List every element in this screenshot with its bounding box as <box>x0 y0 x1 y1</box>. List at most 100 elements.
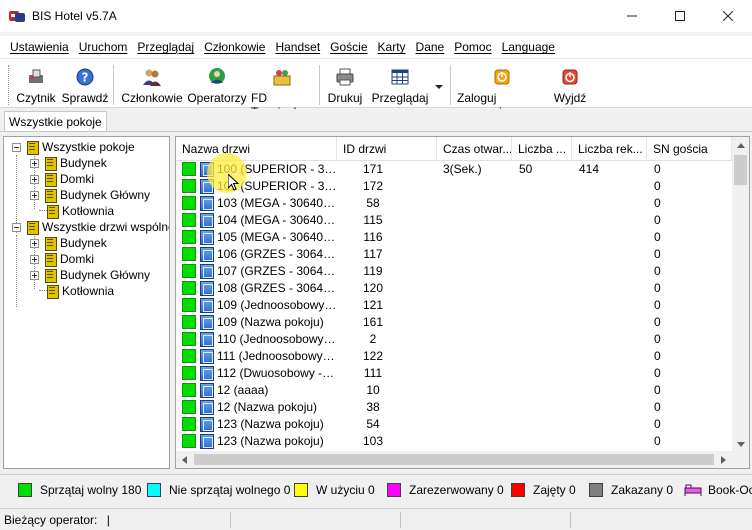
legend-label: Sprzątaj wolny 180 <box>40 483 142 497</box>
przegladaj-button[interactable]: Przeglądaj <box>372 63 428 105</box>
tree-connector <box>16 235 17 307</box>
menu-pomoc[interactable]: Pomoc <box>449 40 496 54</box>
table-row[interactable]: 104 (MEGA - 3064050) 115 0 <box>176 212 732 229</box>
menu-dane[interactable]: Dane <box>411 40 450 54</box>
vertical-scrollbar[interactable] <box>732 137 749 453</box>
maximize-icon <box>675 11 685 21</box>
tab-wszystkie-pokoje[interactable]: Wszystkie pokoje <box>4 111 107 131</box>
legend-zarezerwowany: Zarezerwowany 0 <box>387 483 504 497</box>
operatorzy-button[interactable]: Operatorzy <box>187 63 247 105</box>
czytnik-button[interactable]: Czytnik <box>14 63 58 105</box>
door-grid[interactable]: Nazwa drzwi ID drzwi Czas otwar... Liczb… <box>175 136 750 469</box>
expand-icon[interactable] <box>30 254 39 264</box>
expand-icon[interactable] <box>30 174 39 184</box>
collapse-icon[interactable] <box>12 142 21 152</box>
cell-liczba-rek <box>579 178 639 195</box>
column-header-liczba-rek[interactable]: Liczba rek... <box>572 137 647 161</box>
expand-icon[interactable] <box>30 270 39 280</box>
cell-nazwa-drzwi: 104 (MEGA - 3064050) <box>217 213 337 227</box>
tree-node-kotlownia[interactable]: Kotłownia <box>41 203 114 219</box>
status-indicator <box>182 264 196 278</box>
menu-uruchom[interactable]: Uruchom <box>74 40 133 54</box>
table-row[interactable]: 112 (Dwuosobowy - 2... 111 0 <box>176 365 732 382</box>
przegladaj-dropdown-arrow[interactable] <box>434 81 444 91</box>
legend-label: W użyciu 0 <box>316 483 375 497</box>
minimize-button[interactable] <box>608 0 656 32</box>
status-indicator <box>182 434 196 448</box>
cell-liczba <box>519 399 569 416</box>
column-header-czas-otwarcia[interactable]: Czas otwar... <box>437 137 512 161</box>
scroll-up-button[interactable] <box>732 137 749 154</box>
zaloguj-ponownie-button[interactable]: Zaloguj ponownie <box>457 63 547 119</box>
table-row[interactable]: 101 (SUPERIOR - 306... 172 0 <box>176 178 732 195</box>
table-row[interactable]: 110 (Jednoosobowy - ... 2 0 <box>176 331 732 348</box>
fd-terminal-button[interactable]: FD Terminal <box>251 63 313 119</box>
expand-icon[interactable] <box>30 158 39 168</box>
menu-przegladaj[interactable]: Przeglądaj <box>132 40 199 54</box>
building-icon <box>25 140 39 155</box>
column-header-id-drzwi[interactable]: ID drzwi <box>337 137 437 161</box>
drukuj-button[interactable]: Drukuj <box>326 63 364 105</box>
status-separator <box>570 512 571 528</box>
table-row[interactable]: 107 (GRZES - 3064050) 119 0 <box>176 263 732 280</box>
table-row[interactable]: 100 (SUPERIOR - 306... 171 3(Sek.) 50 414 0 <box>176 161 732 178</box>
tree-node-wszystkie-pokoje[interactable]: Wszystkie pokoje <box>12 139 135 155</box>
czlonkowie-button[interactable]: Członkowie <box>121 63 183 105</box>
tree-node-budynek[interactable]: Budynek <box>30 235 107 251</box>
building-icon <box>43 156 57 171</box>
table-row[interactable]: 103 (MEGA - 3064050) 58 0 <box>176 195 732 212</box>
tree-node-domki[interactable]: Domki <box>30 251 94 267</box>
tree-node-budynek-glowny[interactable]: Budynek Główny <box>30 267 150 283</box>
sprawdz-button[interactable]: ? Sprawdź <box>62 63 108 105</box>
table-row[interactable]: 12 (aaaa) 10 0 <box>176 382 732 399</box>
tree-node-budynek-glowny[interactable]: Budynek Główny <box>30 187 150 203</box>
cell-id-drzwi: 2 <box>369 332 377 346</box>
scroll-right-button[interactable] <box>715 451 732 468</box>
column-header-nazwa-drzwi[interactable]: Nazwa drzwi <box>176 137 337 161</box>
menu-goscie[interactable]: Goście <box>325 40 372 54</box>
expand-icon[interactable] <box>30 190 39 200</box>
table-row[interactable]: 12 (Nazwa pokoju) 38 0 <box>176 399 732 416</box>
relogin-icon <box>492 67 512 87</box>
table-row[interactable]: 109 (Jednoosobowy - ... 121 0 <box>176 297 732 314</box>
room-tree[interactable]: Wszystkie pokoje Budynek Domki Budynek G… <box>3 136 170 469</box>
cell-liczba-rek <box>579 348 639 365</box>
cell-sn-goscia: 0 <box>654 196 661 210</box>
menu-czlonkowie[interactable]: Członkowie <box>199 40 270 54</box>
column-header-sn-goscia[interactable]: SN gościa <box>647 137 732 161</box>
menu-handset[interactable]: Handset <box>270 40 325 54</box>
tree-node-domki[interactable]: Domki <box>30 171 94 187</box>
table-row[interactable]: 106 (GRZES - 3064050) 117 0 <box>176 246 732 263</box>
maximize-button[interactable] <box>656 0 704 32</box>
horizontal-scroll-thumb[interactable] <box>194 454 714 465</box>
tree-node-wszystkie-drzwi-wspolne[interactable]: Wszystkie drzwi wspólne <box>12 219 169 235</box>
table-row[interactable]: 123 (Nazwa pokoju) 103 0 <box>176 433 732 450</box>
tree-node-budynek[interactable]: Budynek <box>30 155 107 171</box>
close-button[interactable] <box>704 0 752 32</box>
collapse-icon[interactable] <box>12 222 21 232</box>
cell-id-drzwi: 171 <box>362 162 384 176</box>
czytnik-label: Czytnik <box>16 91 56 105</box>
cell-liczba-rek <box>579 314 639 331</box>
vertical-scroll-thumb[interactable] <box>734 155 747 185</box>
toolbar-grip[interactable] <box>8 65 10 105</box>
table-row[interactable]: 108 (GRZES - 3064050) 120 0 <box>176 280 732 297</box>
cell-liczba <box>519 416 569 433</box>
column-header-liczba[interactable]: Liczba ... <box>512 137 572 161</box>
table-row[interactable]: 111 (Jednoosobowy - ... 122 0 <box>176 348 732 365</box>
table-row[interactable]: 123 (Nazwa pokoju) 54 0 <box>176 416 732 433</box>
menu-karty[interactable]: Karty <box>373 40 411 54</box>
horizontal-scrollbar[interactable] <box>176 451 732 468</box>
menu-ustawienia[interactable]: Ustawienia <box>5 40 74 54</box>
wyjdz-button[interactable]: Wyjdź <box>552 63 588 105</box>
expand-icon[interactable] <box>30 238 39 248</box>
fd-terminal-icon <box>272 67 292 87</box>
menu-language[interactable]: Language <box>497 40 560 54</box>
cell-sn-goscia: 0 <box>654 332 661 346</box>
tree-node-kotlownia[interactable]: Kotłownia <box>41 283 114 299</box>
table-row[interactable]: 109 (Nazwa pokoju) 161 0 <box>176 314 732 331</box>
cell-liczba <box>519 382 569 399</box>
chevron-up-icon <box>736 143 745 148</box>
scroll-left-button[interactable] <box>176 451 193 468</box>
table-row[interactable]: 105 (MEGA - 3064050) 116 0 <box>176 229 732 246</box>
